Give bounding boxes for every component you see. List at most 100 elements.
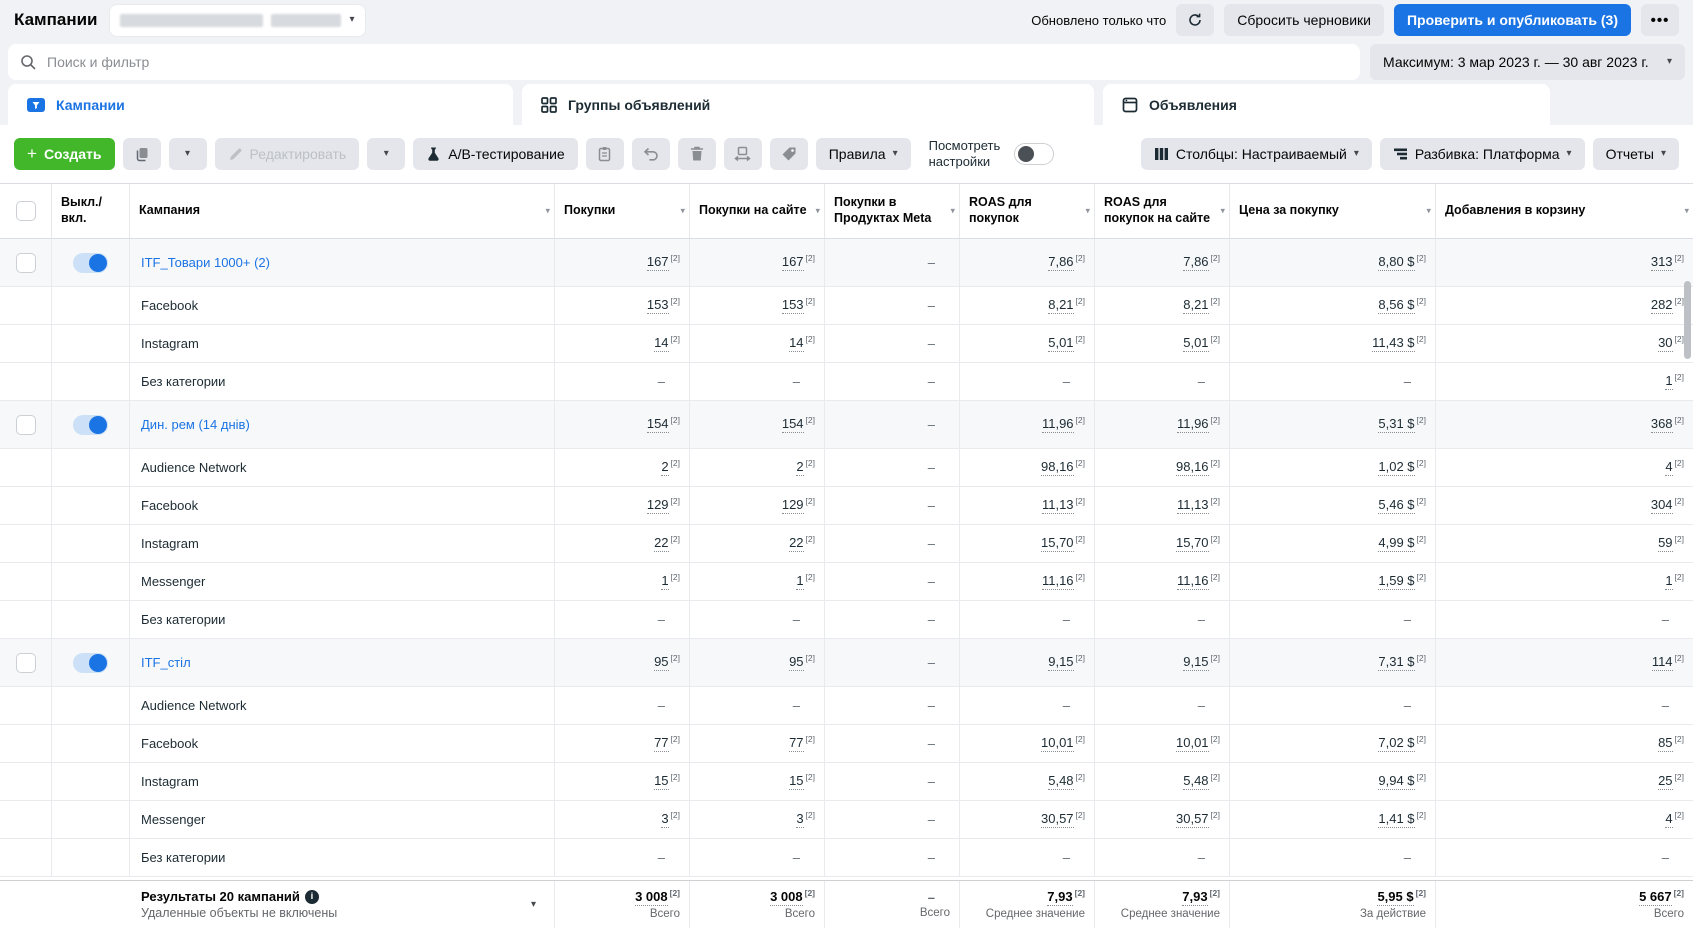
create-button[interactable]: + Создать	[14, 138, 115, 170]
name-cell: Дин. рем (14 днів)	[130, 401, 555, 448]
metric-value: 5,01	[1183, 335, 1208, 352]
sort-icon: ▾	[815, 205, 820, 216]
empty-value: –	[793, 850, 800, 865]
footer-expand-caret-icon[interactable]: ▾	[531, 900, 536, 910]
delete-button[interactable]	[678, 138, 716, 170]
value-badge: [2]	[1417, 496, 1426, 506]
metric-cell: –	[555, 601, 690, 638]
tab-ads[interactable]: Объявления	[1103, 84, 1550, 125]
header-metric[interactable]: ROAS для покупок▾	[960, 184, 1095, 238]
campaign-name-link[interactable]: Дин. рем (14 днів)	[141, 417, 250, 432]
row-toggle[interactable]	[73, 415, 108, 435]
export-assign-button[interactable]	[724, 138, 762, 170]
ads-page-icon	[1121, 96, 1139, 114]
settings-toggle[interactable]	[1014, 143, 1054, 165]
select-all-checkbox[interactable]	[16, 201, 36, 221]
breakdown-button[interactable]: Разбивка: Платформа ▾	[1380, 138, 1585, 170]
metric-cell: –	[1230, 601, 1436, 638]
metric-value: 8,21	[1048, 297, 1073, 314]
edit-caret-button[interactable]: ▾	[367, 138, 405, 170]
value-badge: [2]	[806, 572, 815, 582]
row-checkbox[interactable]	[16, 653, 36, 673]
toggle-cell	[52, 563, 130, 600]
value-badge: [2]	[806, 772, 815, 782]
metric-cell: 15[2]	[690, 763, 825, 800]
metric-cell: –	[1230, 363, 1436, 400]
reports-button[interactable]: Отчеты ▾	[1593, 138, 1679, 170]
header-metric[interactable]: Покупки на сайте▾	[690, 184, 825, 238]
metric-cell: 59[2]	[1436, 525, 1693, 562]
rules-button[interactable]: Правила ▾	[816, 138, 911, 170]
publish-button[interactable]: Проверить и опубликовать (3)	[1394, 4, 1631, 36]
row-checkbox[interactable]	[16, 415, 36, 435]
checkbox-cell	[0, 839, 52, 876]
tab-campaigns[interactable]: Кампании	[8, 84, 513, 125]
empty-value: –	[928, 298, 935, 313]
metric-cell: 1[2]	[1436, 363, 1693, 400]
name-cell: Facebook	[130, 287, 555, 324]
metric-cell: 153[2]	[690, 287, 825, 324]
empty-value: –	[1662, 850, 1669, 865]
search-filter-bar[interactable]	[8, 44, 1360, 80]
refresh-button[interactable]	[1176, 4, 1214, 36]
tab-ad-sets[interactable]: Группы объявлений	[522, 84, 1094, 125]
vertical-scrollbar[interactable]	[1684, 281, 1691, 359]
metric-cell: 22[2]	[690, 525, 825, 562]
tag-button[interactable]	[770, 138, 808, 170]
metric-cell: –	[1095, 601, 1230, 638]
value-badge: [2]	[1211, 496, 1220, 506]
date-range-selector[interactable]: Максимум: 3 мар 2023 г. — 30 авг 2023 г.…	[1370, 44, 1685, 80]
metric-value: 1,41 $	[1378, 811, 1414, 828]
toggle-cell	[52, 839, 130, 876]
undo-button[interactable]	[632, 138, 670, 170]
metric-cell: 5,31 $[2]	[1230, 401, 1436, 448]
checkbox-cell	[0, 487, 52, 524]
name-cell: Без категории	[130, 601, 555, 638]
row-toggle[interactable]	[73, 653, 108, 673]
footer-total-label: Среднее значение	[1121, 908, 1220, 920]
header-metric[interactable]: Добавления в корзину▾	[1436, 184, 1693, 238]
account-selector[interactable]: ▾	[110, 5, 365, 36]
name-cell: Instagram	[130, 325, 555, 362]
metric-cell: 154[2]	[555, 401, 690, 448]
ab-test-button[interactable]: А/В-тестирование	[413, 138, 577, 170]
row-toggle[interactable]	[73, 253, 108, 273]
empty-value: –	[1063, 612, 1070, 627]
header-campaign[interactable]: Кампания ▾	[130, 184, 555, 238]
empty-value: –	[1063, 374, 1070, 389]
metric-value: 1	[1665, 373, 1672, 390]
empty-value: –	[928, 850, 935, 865]
edit-button[interactable]: Редактировать	[215, 138, 360, 170]
metric-value: 4,99 $	[1378, 535, 1414, 552]
metric-value: 167	[782, 254, 804, 271]
duplicate-button[interactable]	[123, 138, 161, 170]
duplicate-caret-button[interactable]: ▾	[169, 138, 207, 170]
header-metric[interactable]: ROAS для покупок на сайте▾	[1095, 184, 1230, 238]
metric-cell: 9,15[2]	[960, 639, 1095, 686]
breakdown-name: Без категории	[141, 374, 225, 389]
campaign-name-link[interactable]: ITF_стіл	[141, 655, 191, 670]
more-button[interactable]: •••	[1641, 4, 1679, 36]
empty-value: –	[928, 374, 935, 389]
search-input[interactable]	[47, 54, 1348, 70]
breakdown-name: Без категории	[141, 612, 225, 627]
metric-cell: 15,70[2]	[1095, 525, 1230, 562]
header-metric[interactable]: Покупки▾	[555, 184, 690, 238]
campaign-name-link[interactable]: ITF_Товари 1000+ (2)	[141, 255, 270, 270]
metric-value: 77	[654, 735, 668, 752]
name-cell: Messenger	[130, 563, 555, 600]
value-badge: [2]	[806, 296, 815, 306]
columns-button[interactable]: Столбцы: Настраиваемый ▾	[1141, 138, 1372, 170]
paste-button[interactable]	[586, 138, 624, 170]
discard-drafts-button[interactable]: Сбросить черновики	[1224, 4, 1384, 36]
row-checkbox[interactable]	[16, 253, 36, 273]
header-metric[interactable]: Цена за покупку▾	[1230, 184, 1436, 238]
value-badge: [2]	[1076, 496, 1085, 506]
caret-down-icon: ▾	[349, 15, 354, 25]
footer-total-value: 3 008[2]	[635, 889, 680, 906]
value-badge: [2]	[1675, 253, 1684, 263]
header-metric[interactable]: Покупки в Продуктах Meta▾	[825, 184, 960, 238]
metric-cell: 4,99 $[2]	[1230, 525, 1436, 562]
metric-cell: –	[555, 687, 690, 724]
total-value: 7,93	[1047, 889, 1072, 906]
